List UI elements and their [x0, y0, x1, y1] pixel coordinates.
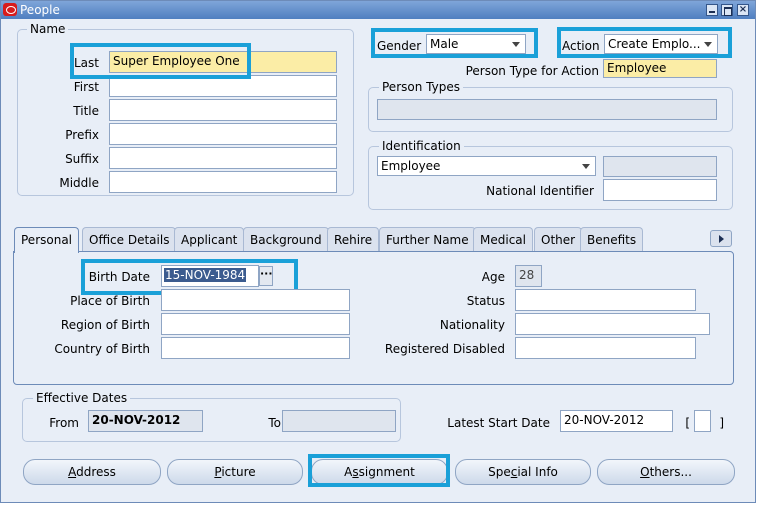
tab-background[interactable]: Background	[243, 227, 329, 251]
tab-personal[interactable]: Personal	[14, 227, 80, 253]
registered-disabled-field[interactable]	[515, 337, 696, 359]
from-label: From	[49, 416, 79, 430]
bracket-open: [	[685, 416, 690, 430]
to-date-field	[282, 410, 396, 432]
prefix-label: Prefix	[65, 128, 99, 142]
tab-further-name[interactable]: Further Name	[379, 227, 476, 251]
special-info-label-pre: Spe	[488, 465, 511, 479]
picture-label-post: icture	[221, 465, 256, 479]
tab-applicant[interactable]: Applicant	[174, 227, 245, 251]
others-button[interactable]: Others...	[597, 459, 735, 485]
tab-scroll-right-icon[interactable]	[710, 230, 732, 247]
oracle-icon	[3, 3, 17, 16]
latest-start-checkbox[interactable]	[694, 410, 711, 432]
gender-highlight	[371, 28, 538, 58]
close-icon[interactable]: ×	[737, 4, 749, 16]
identification-label: Identification	[379, 139, 464, 153]
minimize-icon[interactable]	[706, 4, 718, 16]
action-highlight	[557, 27, 732, 58]
place-of-birth-label: Place of Birth	[70, 294, 150, 308]
picture-button[interactable]: Picture	[167, 459, 303, 485]
middle-name-label: Middle	[59, 176, 99, 190]
to-label: To	[268, 416, 281, 430]
others-label-mnemonic: O	[640, 465, 650, 479]
tab-office-details[interactable]: Office Details	[82, 227, 177, 251]
maximize-icon[interactable]	[721, 4, 733, 16]
registered-disabled-label: Registered Disabled	[384, 342, 505, 356]
effective-dates-label: Effective Dates	[33, 391, 131, 405]
tab-other[interactable]: Other	[534, 227, 583, 251]
suffix-field[interactable]	[109, 147, 337, 169]
tab-medical[interactable]: Medical	[473, 227, 533, 251]
place-of-birth-field[interactable]	[161, 289, 350, 311]
tab-rehire[interactable]: Rehire	[327, 227, 380, 251]
latest-start-date-label: Latest Start Date	[447, 416, 550, 430]
person-types-field[interactable]	[377, 99, 717, 120]
nationality-field[interactable]	[515, 313, 710, 335]
middle-name-field[interactable]	[109, 171, 337, 193]
national-identifier-field[interactable]	[603, 179, 717, 201]
address-button[interactable]: Address	[23, 459, 161, 485]
others-label-post: thers...	[649, 465, 692, 479]
person-types-label: Person Types	[379, 80, 463, 94]
region-of-birth-field[interactable]	[161, 313, 350, 335]
age-field: 28	[515, 265, 542, 287]
address-label-post: ddress	[76, 465, 116, 479]
address-label-mnemonic: A	[68, 465, 77, 479]
bracket-close: ]	[719, 416, 724, 430]
country-of-birth-label: Country of Birth	[54, 342, 150, 356]
status-label: Status	[466, 294, 505, 308]
age-label: Age	[481, 270, 505, 284]
chevron-down-icon	[582, 164, 590, 169]
person-type-action-label: Person Type for Action	[465, 64, 599, 78]
region-of-birth-label: Region of Birth	[60, 318, 150, 332]
latest-start-date-field[interactable]: 20-NOV-2012	[560, 410, 673, 432]
special-info-label-post: ial Info	[517, 465, 558, 479]
person-type-action-field[interactable]: Employee	[603, 59, 717, 78]
special-info-button[interactable]: Special Info	[455, 459, 591, 485]
first-name-label: First	[73, 80, 99, 94]
name-group-label: Name	[27, 22, 69, 36]
title-bar: People ×	[1, 1, 755, 19]
identification-number-field[interactable]	[603, 156, 717, 177]
nationality-label: Nationality	[439, 318, 505, 332]
tab-benefits[interactable]: Benefits	[580, 227, 644, 251]
title-label: Title	[73, 104, 99, 118]
national-identifier-label: National Identifier	[486, 184, 594, 198]
people-window: People × Name Last Super Employee One Fi…	[0, 0, 756, 503]
chevron-right-icon	[719, 235, 724, 243]
title-field[interactable]	[109, 99, 337, 121]
identification-type-value: Employee	[381, 159, 441, 173]
prefix-field[interactable]	[109, 123, 337, 145]
suffix-label: Suffix	[65, 152, 99, 166]
from-date-field: 20-NOV-2012	[88, 410, 203, 432]
last-name-highlight	[70, 43, 251, 79]
status-field[interactable]	[515, 289, 696, 311]
country-of-birth-field[interactable]	[161, 337, 350, 359]
identification-type-select[interactable]: Employee	[377, 156, 596, 176]
assignment-highlight	[308, 454, 450, 487]
window-title: People	[20, 3, 60, 17]
